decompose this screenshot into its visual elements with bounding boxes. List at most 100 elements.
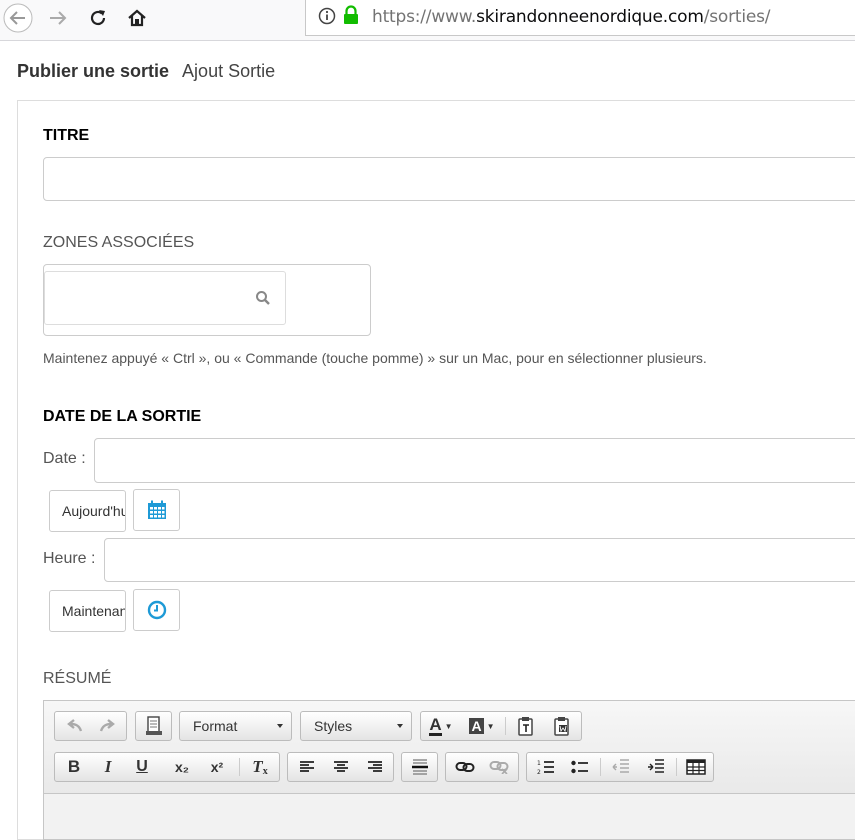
format-dropdown-label: Format [193, 718, 238, 734]
bold-button[interactable]: B [57, 753, 91, 781]
date-label: Date : [43, 450, 86, 467]
list-indent-table-group: 12 [526, 752, 714, 782]
redo-icon [99, 719, 115, 732]
numbered-list-icon: 12 [537, 760, 554, 775]
url-text: https://www.skirandonneenordique.com/sor… [372, 7, 770, 27]
horizontal-rule-icon [411, 759, 428, 775]
now-button[interactable]: Maintenant [49, 590, 126, 632]
page-subtitle: Ajout Sortie [182, 61, 276, 81]
undo-icon [67, 719, 83, 732]
page-source-icon [145, 716, 162, 735]
zones-search-input[interactable] [44, 271, 286, 325]
source-button[interactable] [137, 712, 170, 740]
browser-toolbar: https://www.skirandonneenordique.com/sor… [0, 0, 855, 41]
redo-button[interactable] [91, 712, 125, 740]
clock-button[interactable] [133, 589, 180, 631]
toolbar-separator [600, 758, 601, 776]
format-dropdown[interactable]: Format [179, 711, 292, 741]
zones-help-text: Maintenez appuyé « Ctrl », ou « Commande… [43, 350, 707, 366]
url-bar[interactable]: https://www.skirandonneenordique.com/sor… [305, 0, 855, 36]
remove-format-button[interactable]: Tx [243, 753, 277, 781]
background-color-button[interactable]: A ▼ [463, 712, 501, 740]
info-icon[interactable] [318, 7, 336, 25]
reload-icon [90, 10, 106, 26]
reload-button[interactable] [82, 2, 114, 34]
basic-styles-group: B I U x₂ x² Tx [54, 752, 280, 782]
rich-text-editor: Format Styles A ▼ A ▼ B I U x₂ x² T x 1 … [43, 700, 855, 840]
table-button[interactable] [679, 753, 713, 781]
calendar-button[interactable] [133, 489, 180, 531]
svg-text:1: 1 [537, 760, 541, 767]
indent-button[interactable] [639, 753, 673, 781]
background-color-chevron-down-icon: ▼ [486, 721, 495, 731]
titre-label: TITRE [43, 127, 90, 144]
text-color-icon: A [429, 714, 442, 736]
link-icon [455, 762, 475, 772]
home-button[interactable] [121, 2, 153, 34]
styles-dropdown-label: Styles [314, 718, 353, 734]
superscript-button[interactable]: x² [200, 753, 234, 781]
heure-label: Heure : [43, 550, 96, 567]
calendar-icon [147, 500, 166, 519]
svg-text:2: 2 [537, 769, 541, 775]
resume-label: RÉSUMÉ [43, 670, 112, 687]
indent-icon [648, 759, 664, 773]
toolbar-separator [676, 758, 677, 776]
forward-button[interactable] [42, 2, 74, 34]
toolbar-separator [505, 717, 506, 735]
date-section-label: DATE DE LA SORTIE [43, 408, 202, 425]
remove-format-x-icon: x [262, 765, 268, 777]
source-group [135, 711, 172, 741]
search-icon [256, 291, 270, 305]
outdent-button[interactable] [604, 753, 638, 781]
link-button[interactable] [448, 753, 482, 781]
styles-dropdown[interactable]: Styles [300, 711, 412, 741]
color-paste-group: A ▼ A ▼ [420, 711, 582, 741]
unlink-button[interactable] [482, 753, 516, 781]
zones-label: ZONES ASSOCIÉES [43, 234, 195, 251]
titre-input[interactable] [43, 157, 855, 201]
align-left-button[interactable] [290, 753, 324, 781]
page-title: Publier une sortie [17, 61, 170, 81]
subscript-button[interactable]: x₂ [165, 753, 199, 781]
undo-redo-group [54, 711, 127, 741]
link-group [445, 752, 519, 782]
undo-button[interactable] [57, 712, 91, 740]
home-icon [128, 9, 146, 27]
zones-select[interactable] [43, 264, 371, 336]
url-path: /sorties/ [703, 7, 771, 27]
align-right-icon [368, 761, 382, 772]
editor-toolbar: Format Styles A ▼ A ▼ B I U x₂ x² T x 1 … [44, 701, 855, 794]
format-chevron-down-icon [277, 724, 283, 728]
paste-word-icon [554, 717, 569, 736]
align-right-button[interactable] [358, 753, 392, 781]
unlink-icon [489, 761, 509, 774]
heure-input[interactable] [104, 538, 855, 582]
bulleted-list-button[interactable] [563, 753, 597, 781]
underline-button[interactable]: U [125, 753, 159, 781]
paste-text-icon [518, 717, 533, 736]
styles-chevron-down-icon [397, 724, 403, 728]
align-group [287, 752, 394, 782]
text-color-button[interactable]: A ▼ [423, 712, 459, 740]
forward-arrow-icon [50, 11, 67, 25]
table-icon [686, 759, 706, 775]
paste-word-button[interactable] [545, 712, 579, 740]
back-button[interactable] [2, 2, 34, 34]
url-domain: skirandonneenordique.com [476, 7, 704, 27]
align-center-button[interactable] [324, 753, 358, 781]
paste-text-button[interactable] [509, 712, 543, 740]
url-scheme: https://www. [372, 7, 477, 27]
toolbar-separator [239, 758, 240, 776]
horizontal-rule-button[interactable] [403, 753, 436, 781]
bulleted-list-icon [571, 760, 588, 774]
hr-group [401, 752, 438, 782]
lock-icon[interactable] [342, 5, 360, 25]
italic-button[interactable]: I [91, 753, 125, 781]
back-arrow-icon [3, 3, 33, 33]
numbered-list-button[interactable]: 12 [529, 753, 563, 781]
today-button[interactable]: Aujourd'hui [49, 490, 126, 532]
align-center-icon [334, 761, 348, 772]
clock-icon [147, 600, 166, 620]
date-input[interactable] [94, 438, 855, 483]
